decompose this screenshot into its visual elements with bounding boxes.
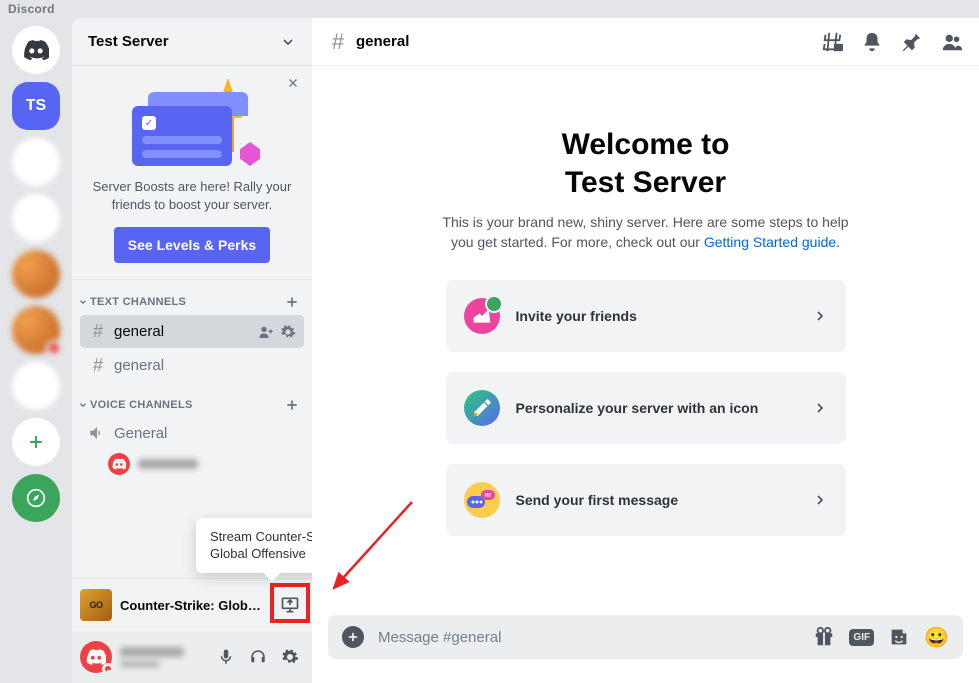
guild-home[interactable] (12, 26, 60, 74)
boost-card: ✓ Server Boosts are here! Rally your fri… (72, 66, 312, 280)
deafen-button[interactable] (244, 643, 272, 671)
server-header[interactable]: Test Server (72, 18, 312, 66)
chevron-right-icon (812, 492, 828, 508)
invite-friends-icon (464, 298, 500, 334)
guild-item[interactable] (12, 306, 60, 354)
guild-explore-button[interactable] (12, 474, 60, 522)
guild-add-button[interactable] (12, 418, 60, 466)
welcome-card-invite[interactable]: Invite your friends (446, 280, 846, 352)
card-label: Invite your friends (516, 308, 796, 324)
welcome-subtitle: This is your brand new, shiny server. He… (436, 213, 856, 252)
guild-item[interactable] (12, 138, 60, 186)
chevron-down-icon (78, 297, 88, 307)
guild-item[interactable] (12, 250, 60, 298)
gear-icon[interactable] (280, 324, 296, 340)
getting-started-link[interactable]: Getting Started guide (704, 234, 836, 250)
message-composer: GIF 😀 (312, 615, 979, 683)
notifications-icon[interactable] (861, 31, 883, 53)
category-label: VOICE CHANNELS (90, 399, 193, 411)
guild-test-server[interactable]: TS (12, 82, 60, 130)
voice-username (138, 459, 198, 469)
channel-name: general (114, 357, 164, 374)
stream-tooltip: Stream Counter-Strike: Global Offensive (196, 518, 312, 573)
server-name: Test Server (88, 33, 169, 50)
channel-name: General (114, 425, 167, 442)
channel-general[interactable]: # general (80, 315, 304, 348)
hash-icon: # (88, 321, 108, 342)
welcome-card-personalize[interactable]: Personalize your server with an icon (446, 372, 846, 444)
user-settings-button[interactable] (276, 643, 304, 671)
threads-icon[interactable] (821, 31, 843, 53)
message-input[interactable] (378, 629, 799, 646)
compass-icon (26, 488, 46, 508)
game-name: Counter-Strike: Global ... (120, 598, 268, 613)
send-message-icon: HI! (464, 482, 500, 518)
now-playing-panel: Stream Counter-Strike: Global Offensive … (72, 578, 312, 631)
attach-button[interactable] (342, 626, 364, 648)
plus-icon (26, 432, 46, 452)
screen-share-icon (280, 595, 300, 615)
speaker-icon (88, 424, 108, 442)
game-icon: GO (80, 589, 112, 621)
channel-general-2[interactable]: # general (80, 349, 304, 382)
pinned-icon[interactable] (901, 31, 923, 53)
boost-illustration: ✓ (122, 82, 262, 168)
notification-badge (46, 340, 62, 356)
guild-item[interactable] (12, 362, 60, 410)
chevron-right-icon (812, 308, 828, 324)
gif-button[interactable]: GIF (849, 629, 874, 646)
voice-channel-general[interactable]: General (80, 418, 304, 448)
svg-text:HI!: HI! (484, 493, 491, 499)
add-channel-button[interactable] (284, 397, 300, 413)
stream-button[interactable] (276, 592, 304, 618)
status-dnd-icon (102, 663, 114, 675)
app-title: Discord (0, 0, 979, 18)
sticker-icon[interactable] (888, 626, 910, 648)
mute-button[interactable] (212, 643, 240, 671)
boost-text: Server Boosts are here! Rally your frien… (88, 178, 296, 213)
user-info[interactable] (120, 647, 204, 668)
voice-user[interactable] (72, 449, 312, 479)
channel-header: # general (312, 18, 979, 66)
channel-sidebar: Test Server ✓ Server Boosts are here! Ra… (72, 18, 312, 683)
hash-icon: # (88, 355, 108, 376)
personalize-icon (464, 390, 500, 426)
invite-icon[interactable] (258, 324, 274, 340)
emoji-icon[interactable]: 😀 (924, 625, 949, 650)
guild-item[interactable] (12, 194, 60, 242)
chevron-right-icon (812, 400, 828, 416)
card-label: Send your first message (516, 492, 796, 508)
avatar (108, 453, 130, 475)
chevron-down-icon (78, 400, 88, 410)
gift-icon[interactable] (813, 626, 835, 648)
close-icon[interactable] (286, 76, 300, 90)
welcome-content: Welcome to Test Server This is your bran… (312, 66, 979, 615)
add-channel-button[interactable] (284, 294, 300, 310)
channel-name: general (114, 323, 164, 340)
guilds-bar: TS (0, 18, 72, 683)
discord-logo-icon (86, 649, 106, 665)
guild-initials: TS (26, 97, 46, 115)
hash-icon: # (328, 29, 348, 55)
main-area: # general Welcome to Test Server This is… (312, 18, 979, 683)
boost-button[interactable]: See Levels & Perks (114, 227, 270, 263)
welcome-title: Welcome to Test Server (562, 126, 730, 201)
category-voice-channels[interactable]: VOICE CHANNELS (72, 383, 312, 417)
avatar[interactable] (80, 641, 112, 673)
discord-logo-icon (23, 40, 49, 60)
member-list-icon[interactable] (941, 31, 963, 53)
channel-title: general (356, 33, 409, 50)
welcome-card-message[interactable]: HI! Send your first message (446, 464, 846, 536)
category-label: TEXT CHANNELS (90, 296, 186, 308)
card-label: Personalize your server with an icon (516, 400, 796, 416)
chevron-down-icon (280, 34, 296, 50)
user-panel (72, 631, 312, 683)
category-text-channels[interactable]: TEXT CHANNELS (72, 280, 312, 314)
